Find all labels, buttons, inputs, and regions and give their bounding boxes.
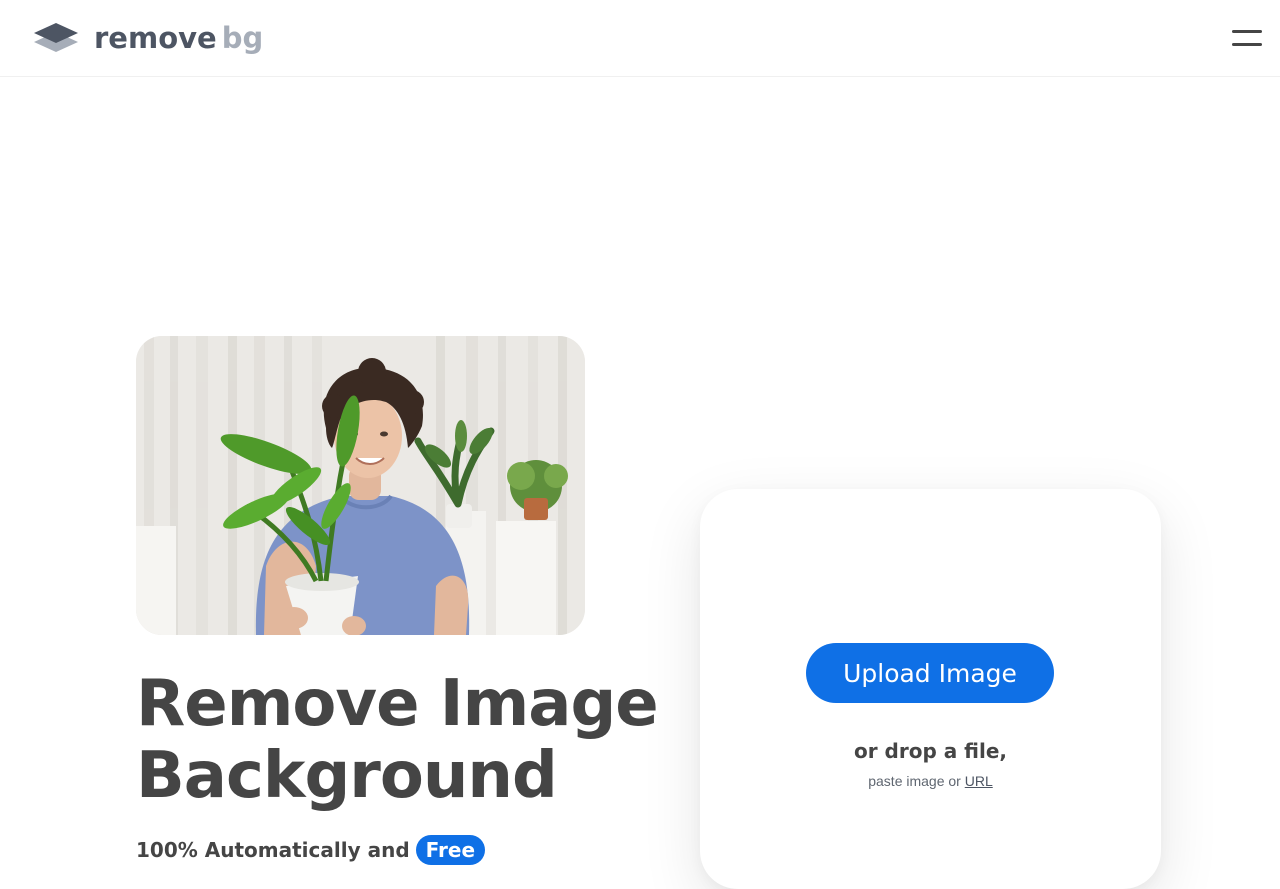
- logo-wordmark: remove bg: [94, 20, 263, 56]
- logo-word-bg: bg: [221, 21, 264, 55]
- menu-button[interactable]: [1226, 25, 1266, 53]
- logo-icon: [34, 23, 78, 52]
- url-link[interactable]: URL: [965, 773, 993, 789]
- headline-line-1: Remove Image: [136, 667, 659, 741]
- headline-line-2: Background: [136, 739, 558, 813]
- upload-card[interactable]: Upload Image or drop a file, paste image…: [700, 489, 1161, 889]
- drop-file-text: or drop a file,: [853, 739, 1008, 763]
- upload-image-button[interactable]: Upload Image: [806, 643, 1054, 703]
- paste-image-text: paste image or URL: [700, 773, 1161, 789]
- hero-photo-man-with-plant: [136, 336, 585, 635]
- free-badge: Free: [415, 835, 486, 865]
- menu-bar-bottom: [1232, 43, 1262, 46]
- paste-prefix: paste image or: [868, 773, 961, 789]
- menu-bar-top: [1232, 30, 1262, 33]
- page-headline: Remove Image Background: [136, 668, 676, 812]
- logo-word-remove: remove: [94, 21, 217, 55]
- subline: 100% Automatically and Free: [136, 830, 486, 870]
- hero-image: [136, 336, 585, 635]
- site-header: remove bg: [0, 0, 1280, 77]
- logo-link[interactable]: remove bg: [32, 20, 263, 56]
- subline-text: 100% Automatically and: [136, 838, 410, 862]
